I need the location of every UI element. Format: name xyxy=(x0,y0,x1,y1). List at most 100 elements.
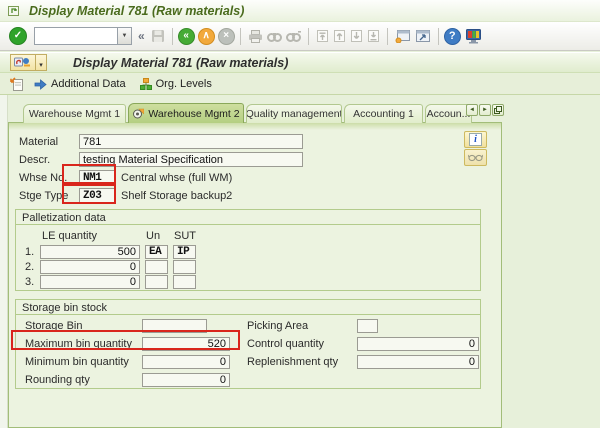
control-quantity-field[interactable]: 0 xyxy=(357,337,479,351)
right-arrow-icon xyxy=(34,78,47,90)
command-field-wrap: ▼ xyxy=(34,27,132,45)
exit-button[interactable]: ∧ xyxy=(197,27,215,45)
check-document-button[interactable] xyxy=(10,76,24,92)
sut-field-1[interactable]: IP xyxy=(173,245,196,259)
maximum-bin-quantity-field[interactable]: 520 xyxy=(142,337,230,351)
additional-data-label: Additional Data xyxy=(51,78,126,90)
toolbar-separator xyxy=(171,27,173,45)
tab-label: Warehouse Mgmt 2 xyxy=(148,107,240,120)
maximum-bin-quantity-label: Maximum bin quantity xyxy=(25,338,132,350)
rounding-qty-label: Rounding qty xyxy=(25,374,90,386)
toolbar-separator xyxy=(239,27,241,45)
stge-type-label: Stge Type xyxy=(19,190,69,202)
control-quantity-label: Control quantity xyxy=(247,338,325,350)
un-field-3[interactable] xyxy=(145,275,168,289)
first-page-icon[interactable] xyxy=(316,29,329,43)
un-field-2[interactable] xyxy=(145,260,168,274)
display-glasses-button[interactable] xyxy=(464,149,487,166)
transaction-titlebar: ▾ Display Material 781 (Raw materials) xyxy=(0,52,600,73)
org-levels-button[interactable]: Org. Levels xyxy=(139,78,212,90)
toolbar-separator xyxy=(307,27,309,45)
cancel-button[interactable]: × xyxy=(217,27,235,45)
window-title: Display Material 781 (Raw materials) xyxy=(29,3,245,18)
services-for-object-dropdown[interactable]: ▾ xyxy=(36,54,47,71)
org-chart-icon xyxy=(139,78,152,90)
descr-field[interactable]: testing Material Specification xyxy=(79,152,303,167)
tab-scroll-left-button[interactable]: ◄ xyxy=(466,104,478,116)
next-page-icon[interactable] xyxy=(350,29,363,43)
print-icon[interactable] xyxy=(248,29,263,43)
le-quantity-header: LE quantity xyxy=(42,230,98,242)
palletization-groupbox: Palletization data LE quantity Un SUT 1.… xyxy=(15,209,481,291)
tab-label: Accounting 1 xyxy=(353,108,414,120)
enter-button[interactable]: ✓ xyxy=(9,27,27,45)
whse-no-field[interactable]: NM1 xyxy=(79,170,116,185)
info-icon: i xyxy=(469,133,482,146)
help-button[interactable]: ? xyxy=(443,27,461,45)
tab-label: Accoun... xyxy=(426,108,471,120)
le-quantity-field-3[interactable]: 0 xyxy=(40,275,140,289)
window-titlebar: Display Material 781 (Raw materials) xyxy=(0,0,600,22)
rounding-qty-field[interactable]: 0 xyxy=(142,373,230,387)
tab-accounting-2-truncated[interactable]: Accoun... xyxy=(425,104,472,123)
tab-warehouse-mgmt-1[interactable]: Warehouse Mgmt 1 xyxy=(23,104,126,123)
command-input[interactable] xyxy=(34,27,117,45)
sut-field-2[interactable] xyxy=(173,260,196,274)
material-field[interactable]: 781 xyxy=(79,134,303,149)
sap-window: Display Material 781 (Raw materials) ✓ ▼… xyxy=(0,0,600,428)
material-label: Material xyxy=(19,136,59,148)
storage-bin-stock-groupbox: Storage bin stock Storage Bin Picking Ar… xyxy=(15,299,481,389)
org-levels-label: Org. Levels xyxy=(155,78,212,90)
active-tab-icon xyxy=(132,108,145,120)
stge-type-description: Shelf Storage backup2 xyxy=(121,190,233,202)
minimum-bin-quantity-field[interactable]: 0 xyxy=(142,355,230,369)
le-quantity-field-1[interactable]: 500 xyxy=(40,245,140,259)
services-for-object-button[interactable] xyxy=(10,54,36,71)
window-icon[interactable] xyxy=(8,5,21,17)
standard-toolbar: ✓ ▼ « « ∧ × ? xyxy=(0,22,600,51)
command-dropdown-icon[interactable]: ▼ xyxy=(117,27,132,45)
un-field-1[interactable]: EA xyxy=(145,245,168,259)
find-icon[interactable] xyxy=(266,30,282,43)
picking-area-field[interactable] xyxy=(357,319,378,333)
tab-scroll-right-button[interactable]: ► xyxy=(479,104,491,116)
palletization-title: Palletization data xyxy=(16,210,480,225)
whse-no-description: Central whse (full WM) xyxy=(121,172,233,184)
stge-type-field[interactable]: Z03 xyxy=(79,188,116,203)
previous-page-icon[interactable] xyxy=(333,29,346,43)
tab-label: Warehouse Mgmt 1 xyxy=(28,108,121,120)
descr-label: Descr. xyxy=(19,154,51,166)
find-next-icon[interactable] xyxy=(285,30,301,43)
tab-label: Quality management xyxy=(246,108,342,120)
back-button[interactable]: « xyxy=(177,27,195,45)
tab-accounting-1[interactable]: Accounting 1 xyxy=(344,104,423,123)
le-quantity-field-2[interactable]: 0 xyxy=(40,260,140,274)
tabstrip: Warehouse Mgmt 1 Warehouse Mgmt 2 Qualit… xyxy=(23,103,474,123)
collapse-toolbar-icon[interactable]: « xyxy=(138,29,145,43)
last-page-icon[interactable] xyxy=(367,29,380,43)
pallet-row-number: 2. xyxy=(25,261,35,273)
tab-quality-management[interactable]: Quality management xyxy=(246,104,342,123)
tab-overview-button[interactable] xyxy=(492,104,504,116)
left-edge-strip xyxy=(0,95,8,428)
replenishment-qty-field[interactable]: 0 xyxy=(357,355,479,369)
pallet-row-number: 3. xyxy=(25,276,35,288)
storage-bin-field[interactable] xyxy=(142,319,207,333)
tab-scroll-buttons: ◄ ► xyxy=(466,104,504,116)
minimum-bin-quantity-label: Minimum bin quantity xyxy=(25,356,129,368)
customize-layout-icon[interactable] xyxy=(465,28,482,44)
save-icon[interactable] xyxy=(151,29,165,43)
sut-field-3[interactable] xyxy=(173,275,196,289)
new-session-icon[interactable] xyxy=(395,29,411,43)
additional-data-button[interactable]: Additional Data xyxy=(34,78,126,90)
create-shortcut-icon[interactable] xyxy=(415,29,431,43)
transaction-title: Display Material 781 (Raw materials) xyxy=(73,55,289,70)
tab-warehouse-mgmt-2[interactable]: Warehouse Mgmt 2 xyxy=(128,103,244,123)
toolbar-separator xyxy=(437,27,439,45)
sut-header: SUT xyxy=(174,230,196,242)
un-header: Un xyxy=(146,230,161,242)
application-toolbar: Additional Data Org. Levels xyxy=(0,74,600,95)
picking-area-label: Picking Area xyxy=(247,320,309,332)
tab-content-pane: Material 781 Descr. testing Material Spe… xyxy=(8,122,502,428)
info-button[interactable]: i xyxy=(464,131,487,148)
